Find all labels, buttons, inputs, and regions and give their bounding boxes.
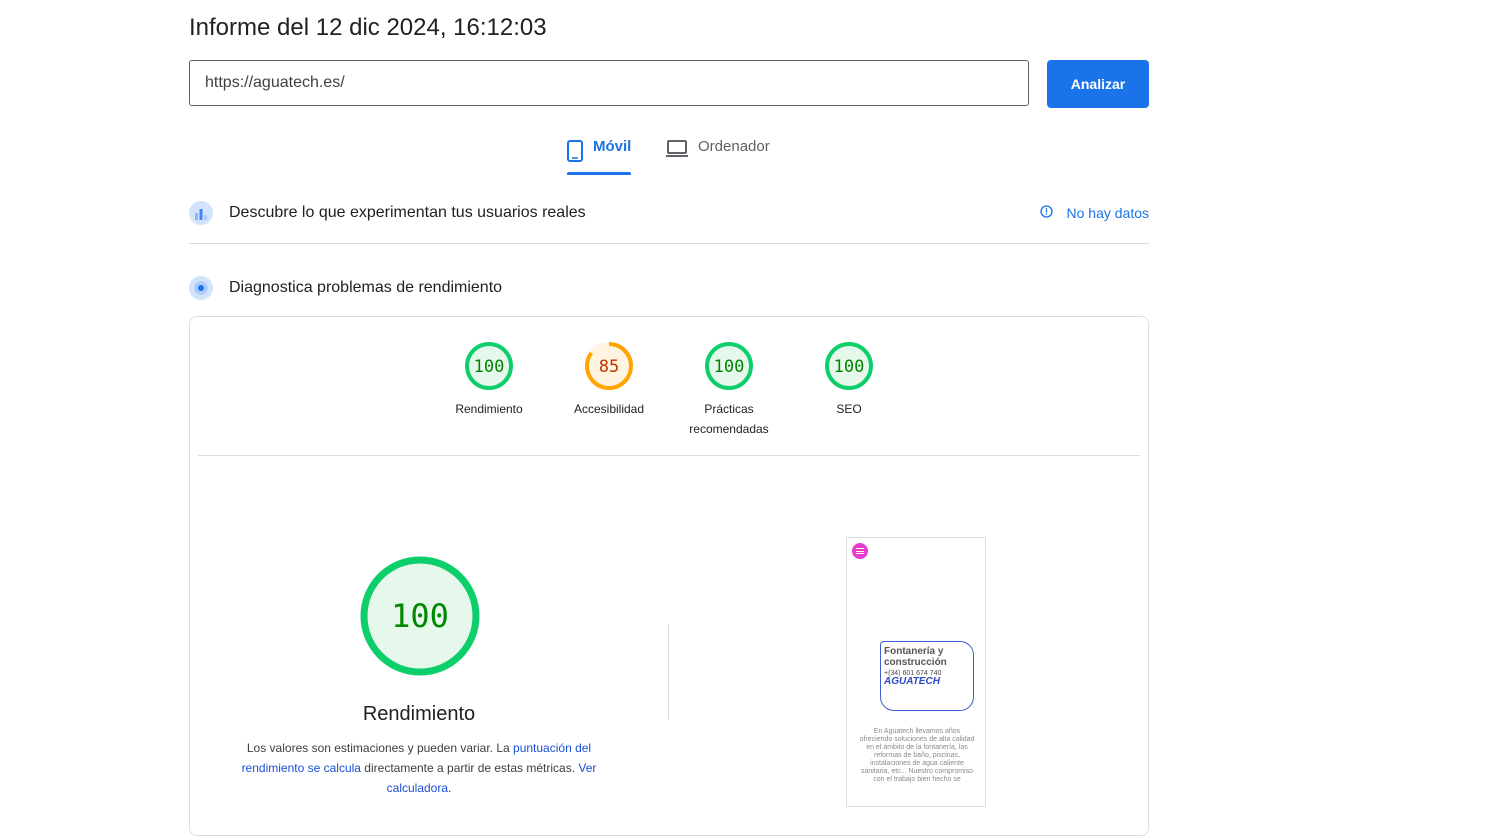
section-divider: [189, 243, 1149, 244]
gauge-seo-value: 100: [834, 357, 865, 377]
perf-desc-end: .: [448, 781, 452, 795]
gauge-performance-label: Rendimiento: [455, 402, 523, 416]
gauge-ring: 100: [705, 342, 753, 390]
users-chart-icon: [189, 201, 213, 225]
gauge-performance[interactable]: 100 Rendimiento: [429, 342, 549, 419]
tab-desktop-label: Ordenador: [698, 138, 770, 155]
active-tab-indicator: [567, 172, 631, 175]
gauge-seo-label: SEO: [836, 402, 862, 416]
real-users-section: Descubre lo que experimentan tus usuario…: [189, 200, 1149, 226]
page-screenshot-thumbnail: Fontanería y construcción +(34) 601 674 …: [846, 537, 986, 807]
perf-desc-text-2: directamente a partir de estas métricas.: [360, 761, 579, 775]
gauge-ring: 85: [585, 342, 633, 390]
gauge-best-practices[interactable]: 100 Prácticas recomendadas: [669, 342, 789, 439]
analyze-button[interactable]: Analizar: [1047, 60, 1149, 108]
no-data-link[interactable]: No hay datos: [1039, 205, 1150, 221]
card-divider: [198, 455, 1140, 456]
perf-desc-text: Los valores son estimaciones y pueden va…: [246, 741, 514, 755]
report-title: Informe del 12 dic 2024, 16:12:03: [189, 14, 547, 41]
tab-mobile[interactable]: Móvil: [567, 138, 631, 174]
real-users-title: Descubre lo que experimentan tus usuario…: [229, 204, 586, 221]
gauge-performance-value: 100: [474, 357, 505, 377]
smartphone-icon: [567, 140, 583, 166]
gauge-ring: 100: [825, 342, 873, 390]
diagnostics-section: Diagnostica problemas de rendimiento: [189, 275, 1149, 301]
screenshot-logo: AGUATECH: [884, 676, 940, 687]
menu-icon: [852, 543, 868, 559]
screenshot-hero-card: Fontanería y construcción +(34) 601 674 …: [880, 641, 974, 711]
tab-mobile-label: Móvil: [593, 138, 632, 155]
performance-gauge-large: 100: [359, 555, 481, 682]
vertical-divider: [668, 624, 669, 720]
screenshot-body-text: En Aguatech llevamos años ofreciendo sol…: [859, 728, 975, 783]
laptop-icon: [666, 140, 688, 162]
gauge-accessibility-label: Accesibilidad: [573, 402, 645, 416]
tab-desktop[interactable]: Ordenador: [666, 138, 770, 174]
performance-score: 100: [391, 597, 449, 635]
diagnostics-title: Diagnostica problemas de rendimiento: [229, 279, 503, 296]
performance-description: Los valores son estimaciones y pueden va…: [236, 738, 602, 798]
info-icon: [1039, 205, 1053, 221]
gauge-ring: 100: [465, 342, 513, 390]
performance-title: Rendimiento: [362, 703, 476, 725]
gauge-best-practices-label: Prácticas recomendadas: [689, 402, 769, 436]
gauge-best-practices-value: 100: [714, 357, 745, 377]
url-input[interactable]: [189, 60, 1029, 106]
gauge-accessibility[interactable]: 85 Accesibilidad: [549, 342, 669, 419]
no-data-label: No hay datos: [1066, 205, 1150, 221]
gauge-accessibility-value: 85: [599, 357, 619, 377]
screenshot-heading: Fontanería y construcción: [884, 646, 947, 668]
lighthouse-icon: [189, 276, 213, 300]
gauge-seo[interactable]: 100 SEO: [789, 342, 909, 419]
